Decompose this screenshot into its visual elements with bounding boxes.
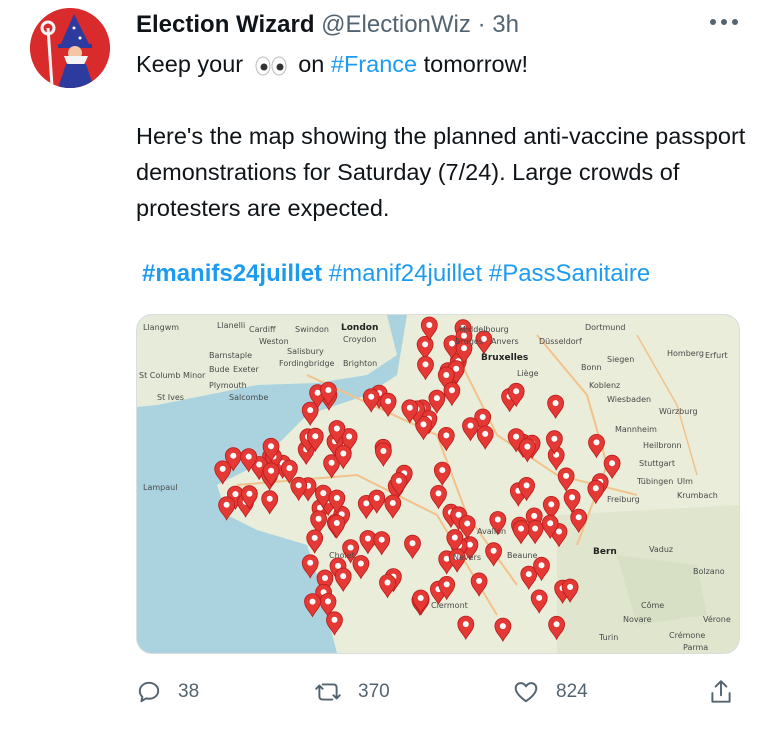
map-label: Wiesbaden bbox=[607, 395, 652, 404]
map-label: Stuttgart bbox=[639, 459, 675, 468]
map-label: Liège bbox=[517, 369, 539, 378]
map-label: Heilbronn bbox=[643, 441, 682, 450]
reply-count: 38 bbox=[178, 681, 200, 702]
map-label: Ulm bbox=[677, 477, 693, 486]
hashtag-france-link[interactable]: #France bbox=[331, 51, 417, 77]
map-image[interactable]: Llangwm Llanelli Cardiff Swindon London … bbox=[136, 314, 740, 654]
share-icon bbox=[711, 680, 731, 703]
map-label: Düsseldorf bbox=[539, 337, 582, 346]
map-label: Bonn bbox=[581, 363, 602, 372]
map-label: Würzburg bbox=[659, 407, 698, 416]
map-label: Barnstaple bbox=[209, 351, 253, 360]
map-label: Vaduz bbox=[649, 545, 674, 554]
map-label: Salisbury bbox=[287, 347, 324, 356]
map-label: Bolzano bbox=[693, 567, 725, 576]
text-on: on bbox=[298, 51, 325, 77]
map-label: Parma bbox=[683, 643, 709, 652]
map-label: Bruges bbox=[455, 337, 484, 346]
map-label: Salcombe bbox=[229, 393, 269, 402]
map-label: Fordingbridge bbox=[279, 359, 335, 368]
retweet-button[interactable]: 370 bbox=[314, 672, 390, 712]
timestamp[interactable]: 3h bbox=[492, 11, 519, 38]
map-label: Croydon bbox=[343, 335, 377, 344]
map-label: Brighton bbox=[343, 359, 378, 368]
share-button[interactable] bbox=[708, 672, 750, 712]
map-label: Middelbourg bbox=[459, 325, 509, 334]
map-label: Siegen bbox=[607, 355, 635, 364]
map-label: Llanelli bbox=[217, 321, 246, 330]
map-label: Crémone bbox=[669, 631, 706, 640]
wizard-avatar-icon bbox=[30, 8, 110, 88]
tweet-header: Election Wizard @ElectionWiz · 3h bbox=[136, 10, 748, 40]
map-label: St Ives bbox=[157, 393, 184, 402]
like-button[interactable]: 824 bbox=[512, 672, 588, 712]
map-label: Exeter bbox=[233, 365, 259, 374]
heart-icon bbox=[514, 682, 538, 703]
map-label: Freiburg bbox=[607, 495, 640, 504]
eyes-emoji-icon bbox=[255, 56, 287, 76]
more-options-icon[interactable] bbox=[708, 16, 740, 28]
map-label: Llangwm bbox=[143, 323, 180, 332]
map-label: Mannheim bbox=[615, 425, 657, 434]
map-label: Erfurt bbox=[705, 351, 728, 360]
map-label: Anvers bbox=[491, 337, 519, 346]
map-label: Tübingen bbox=[637, 477, 674, 486]
text-tomorrow: tomorrow! bbox=[423, 51, 529, 77]
map-label: Weston bbox=[259, 337, 289, 346]
text-keep-your: Keep your bbox=[136, 51, 244, 77]
tweet-line-1: Keep your on #France tomorrow! bbox=[136, 46, 746, 82]
map-label: Bude bbox=[209, 365, 230, 374]
map-label: Cardiff bbox=[249, 325, 276, 334]
map-label: Krumbach bbox=[677, 491, 718, 500]
reply-icon bbox=[138, 681, 160, 703]
map-label: Lampaul bbox=[143, 483, 178, 492]
map-label: Clermont bbox=[431, 601, 468, 610]
retweet-icon bbox=[315, 683, 341, 701]
map-label: Turin bbox=[599, 633, 619, 642]
like-count: 824 bbox=[556, 681, 588, 702]
map-label: Novare bbox=[623, 615, 652, 624]
separator-dot: · bbox=[477, 11, 486, 38]
map-label: Côme bbox=[641, 601, 665, 610]
hashtag-manifs24juillet-link[interactable]: #manifs24juillet bbox=[142, 260, 322, 287]
hashtag-passsanitaire-link[interactable]: #PassSanitaire bbox=[489, 260, 650, 287]
tweet-text: Keep your on #France tomorrow! Here's th… bbox=[136, 46, 746, 226]
map-label: Dortmund bbox=[585, 323, 626, 332]
map-label: Avallon bbox=[477, 527, 507, 536]
map-label-city: Bruxelles bbox=[481, 353, 529, 363]
hashtag-manif24juillet-link[interactable]: #manif24juillet bbox=[329, 260, 482, 287]
map-label: Cholet bbox=[329, 551, 355, 560]
map-label: Plymouth bbox=[209, 381, 247, 390]
map-label: Swindon bbox=[295, 325, 329, 334]
tweet-actions: 38 370 824 bbox=[136, 672, 746, 712]
map-label: Homberg bbox=[667, 349, 704, 358]
map-label: St Columb Minor bbox=[139, 371, 206, 380]
reply-button[interactable]: 38 bbox=[136, 672, 199, 712]
map-label: Nevers bbox=[453, 553, 482, 562]
map-label-city: Bern bbox=[593, 547, 617, 557]
hashtag-row: #manifs24juillet #manif24juillet #PassSa… bbox=[142, 256, 650, 292]
tweet-paragraph: Here's the map showing the planned anti-… bbox=[136, 123, 746, 221]
retweet-count: 370 bbox=[358, 681, 390, 702]
map-label: Vérone bbox=[703, 615, 731, 624]
avatar[interactable] bbox=[30, 8, 110, 88]
author-handle[interactable]: @ElectionWiz bbox=[321, 11, 471, 38]
map-label: Beaune bbox=[507, 551, 538, 560]
map-label-city: London bbox=[341, 323, 379, 333]
author-name[interactable]: Election Wizard bbox=[136, 11, 314, 38]
map-label: Koblenz bbox=[589, 381, 621, 390]
